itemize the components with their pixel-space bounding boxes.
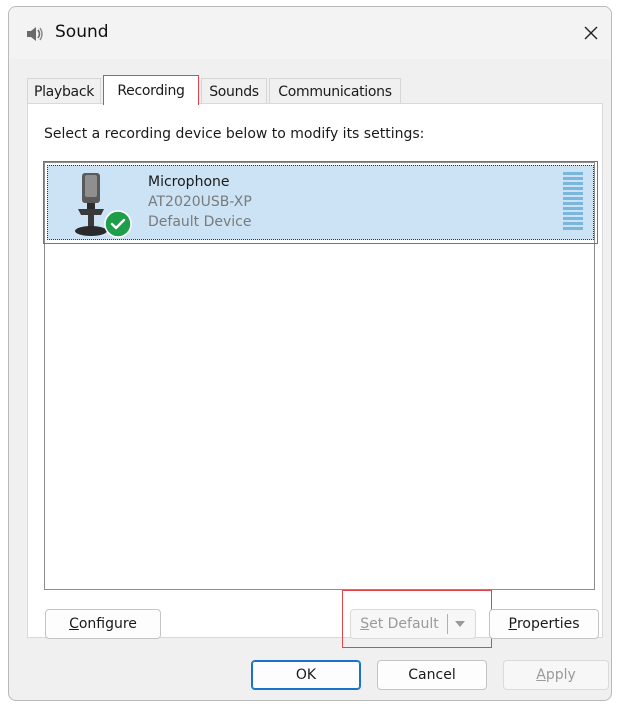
device-list[interactable]: Microphone AT2020USB-XP Default Device [43, 161, 598, 590]
tab-playback[interactable]: Playback [27, 78, 101, 104]
speaker-icon [27, 27, 43, 41]
level-meter-segment [563, 227, 583, 230]
split-separator [446, 614, 448, 634]
check-badge-icon [104, 210, 132, 238]
level-meter-segment [563, 197, 583, 200]
tab-communications[interactable]: Communications [269, 78, 401, 104]
set-default-button[interactable]: Set Default [350, 609, 476, 639]
apply-label-accel: A [536, 667, 546, 683]
properties-button[interactable]: Properties [489, 609, 599, 639]
device-model: AT2020USB-XP [148, 194, 252, 210]
device-item-selection: Microphone AT2020USB-XP Default Device [47, 165, 594, 240]
device-status: Default Device [148, 214, 252, 230]
set-default-label-accel: S [360, 616, 370, 632]
properties-label-accel: P [508, 616, 517, 632]
configure-label-rest: onfigure [78, 616, 137, 632]
properties-label-rest: roperties [516, 616, 580, 632]
configure-button[interactable]: Configure [45, 609, 161, 639]
close-icon [584, 26, 598, 40]
apply-label-rest: pply [545, 667, 576, 683]
recording-panel: Select a recording device below to modif… [27, 103, 603, 648]
level-meter-segment [563, 222, 583, 225]
title-bar: Sound [9, 7, 611, 59]
level-meter-segment [563, 172, 583, 175]
level-meter-segment [563, 212, 583, 215]
window-title: Sound [55, 22, 109, 42]
level-meter-segment [563, 182, 583, 185]
level-meter-segment [563, 177, 583, 180]
close-button[interactable] [577, 19, 605, 47]
configure-label-accel: C [69, 616, 79, 632]
device-item-microphone[interactable]: Microphone AT2020USB-XP Default Device [43, 161, 598, 244]
sound-dialog: Sound Playback Recording Sounds Communic… [8, 6, 612, 701]
tab-recording[interactable]: Recording [103, 75, 199, 105]
level-meter-segment [563, 187, 583, 190]
level-meter-segment [563, 202, 583, 205]
tab-sounds[interactable]: Sounds [201, 78, 267, 104]
level-meter-segment [563, 207, 583, 210]
cancel-button[interactable]: Cancel [377, 660, 487, 690]
level-meter [563, 172, 583, 234]
ok-button[interactable]: OK [251, 660, 361, 690]
set-default-label-rest: et Default [369, 616, 439, 632]
level-meter-segment [563, 217, 583, 220]
level-meter-segment [563, 192, 583, 195]
apply-button[interactable]: Apply [503, 660, 609, 690]
device-name: Microphone [148, 174, 230, 190]
chevron-down-icon[interactable] [454, 620, 466, 628]
instruction-text: Select a recording device below to modif… [44, 126, 425, 142]
